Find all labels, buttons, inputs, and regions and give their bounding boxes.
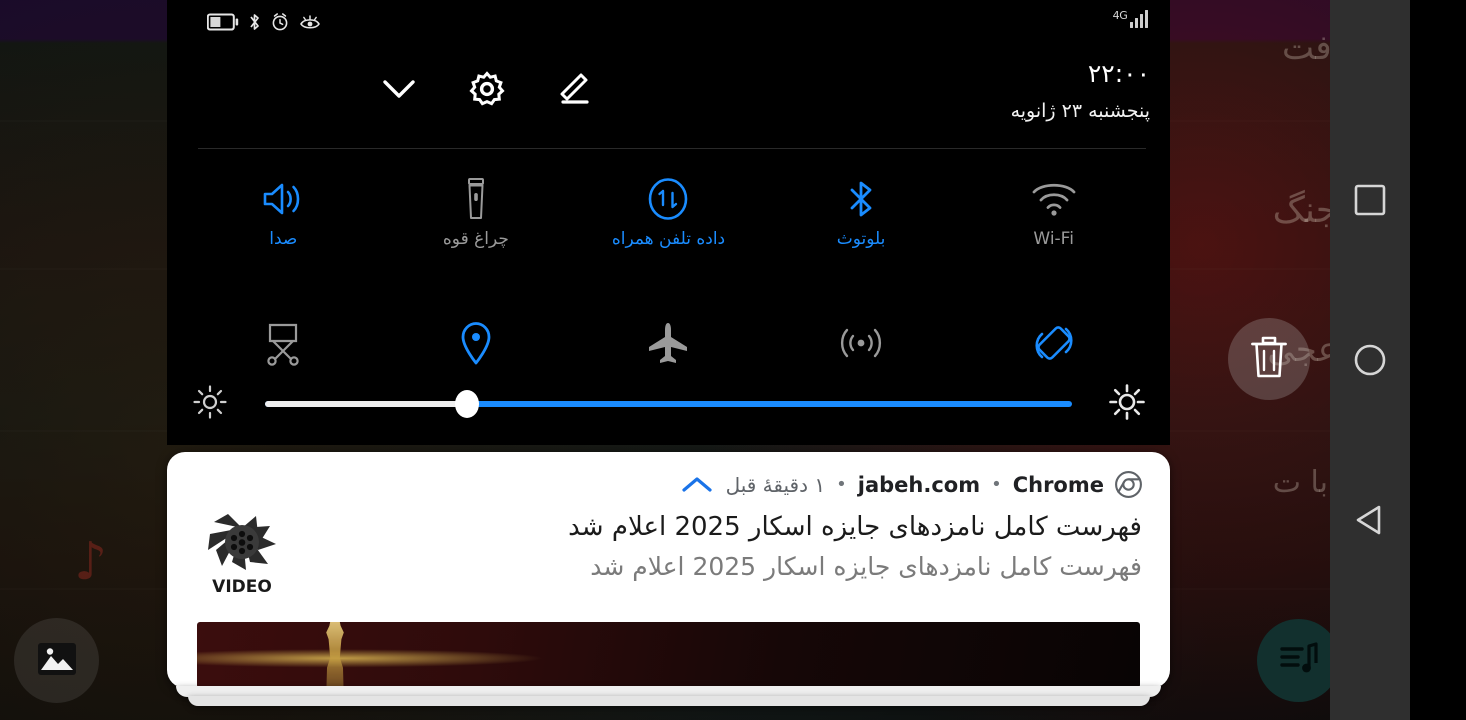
delete-button[interactable] [1228,318,1310,400]
clock-date: پنجشنبه ۲۳ ژانویه [1010,100,1150,122]
airplane-icon [572,315,765,371]
quick-tile-location[interactable] [380,315,573,371]
brightness-slider-fill [265,401,467,407]
location-pin-icon [380,315,573,371]
music-button[interactable] [1257,619,1340,702]
quick-tile-mobile-data[interactable]: داده تلفن همراه [572,176,765,249]
quick-tile-sound[interactable]: صدا [187,176,380,249]
wallpaper-text-3: با ت [1272,465,1328,500]
recents-button[interactable] [1353,183,1387,217]
back-button[interactable] [1353,503,1387,537]
brightness-slider[interactable] [265,390,1072,418]
shade-header-actions [379,69,593,113]
quick-tile-label: بلوتوث [836,229,886,249]
gallery-button[interactable] [14,618,99,703]
notification-app-logo: VIDEO [195,504,289,604]
quick-settings-row-1: صدا چراغ قوه داده تلفن همراه بلوتوث Wi-F… [167,176,1170,249]
separator-dot: • [836,474,847,495]
brightness-slider-knob[interactable] [454,390,479,418]
brightness-low-icon [191,383,229,425]
notification-text-block: فهرست کامل نامزدهای جایزه اسکار 2025 اعل… [311,504,1142,604]
flashlight-icon [380,176,573,222]
quick-tile-flashlight[interactable]: چراغ قوه [380,176,573,249]
shade-divider [198,148,1146,149]
notification-title: فهرست کامل نامزدهای جایزه اسکار 2025 اعل… [568,512,1142,542]
playlist-music-icon [1278,641,1320,681]
clock-time: ۲۲:۰۰ [1087,59,1150,88]
quick-tile-auto-rotate[interactable] [957,315,1150,371]
music-note-icon: ♪ [74,532,108,592]
quick-tile-label: چراغ قوه [442,229,509,249]
bluetooth-icon [765,176,958,222]
quick-tile-bluetooth[interactable]: بلوتوث [765,176,958,249]
trash-icon [1248,334,1290,384]
navigation-bar [1330,0,1410,720]
eye-comfort-icon [299,13,321,35]
quick-tile-screenshot[interactable] [187,315,380,371]
stacked-notification-edge[interactable] [187,696,1150,706]
quick-settings-row-2 [167,315,1170,371]
volume-icon [187,176,380,222]
battery-icon [206,13,239,35]
edit-icon[interactable] [555,71,593,111]
shade-clock: ۲۲:۰۰ پنجشنبه ۲۳ ژانویه [1011,59,1150,124]
quick-tile-label: صدا [269,229,298,249]
quick-tile-label: داده تلفن همراه [611,229,726,249]
home-button[interactable] [1353,343,1387,377]
notification-shade: 4G ۲۲:۰۰ پنجشنبه ۲۳ ژانویه صدا چراغ قوه … [167,0,1170,445]
network-type-label: 4G [1112,9,1128,22]
brightness-high-icon [1108,383,1146,425]
signal-strength-icon [1129,8,1148,28]
status-bar-left-icons [206,12,321,36]
status-bar-right-icons: 4G [1113,8,1148,28]
wallpaper-text-0: جنگ [1272,190,1338,231]
hotspot-icon [765,315,958,371]
notification-app-name: Chrome [1012,472,1104,497]
quick-tile-wifi[interactable]: Wi-Fi [957,176,1150,249]
screenshot-scissors-icon [187,315,380,371]
chevron-down-icon[interactable] [379,75,419,107]
nav-rail-filler [1410,0,1466,720]
quick-tile-airplane[interactable] [572,315,765,371]
shade-header: ۲۲:۰۰ پنجشنبه ۲۳ ژانویه [167,55,1170,147]
status-bar: 4G [167,0,1170,55]
image-icon [37,642,77,680]
chrome-icon [1115,471,1142,498]
phone-screen: جنگ رفت عجی با ت ♪ ♫ ♩ ♪ [0,0,1466,720]
notification-body: فهرست کامل نامزدهای جایزه اسکار 2025 اعل… [167,498,1170,604]
auto-rotate-icon [957,315,1150,371]
alarm-icon [270,12,290,36]
notification-source: jabeh.com [857,472,981,497]
mobile-data-icon [572,176,765,222]
brightness-slider-row [191,380,1146,428]
gear-icon[interactable] [467,69,507,113]
notification-header: Chrome • jabeh.com • ۱ دقیقهٔ قبل [167,452,1170,498]
chevron-up-icon[interactable] [681,475,713,495]
quick-tile-label: Wi-Fi [1033,229,1074,249]
quick-tile-hotspot[interactable] [765,315,958,371]
oscar-statue-graphic [326,622,344,688]
separator-dot: • [991,474,1002,495]
notification-message: فهرست کامل نامزدهای جایزه اسکار 2025 اعل… [590,552,1142,581]
notification-card[interactable]: Chrome • jabeh.com • ۱ دقیقهٔ قبل فهرست … [167,452,1170,688]
app-logo-text: VIDEO [212,577,272,597]
bluetooth-icon [248,12,261,36]
notification-list: Chrome • jabeh.com • ۱ دقیقهٔ قبل فهرست … [167,452,1170,706]
notification-time: ۱ دقیقهٔ قبل [725,472,826,497]
wifi-icon [957,176,1150,222]
notification-image [197,622,1140,688]
